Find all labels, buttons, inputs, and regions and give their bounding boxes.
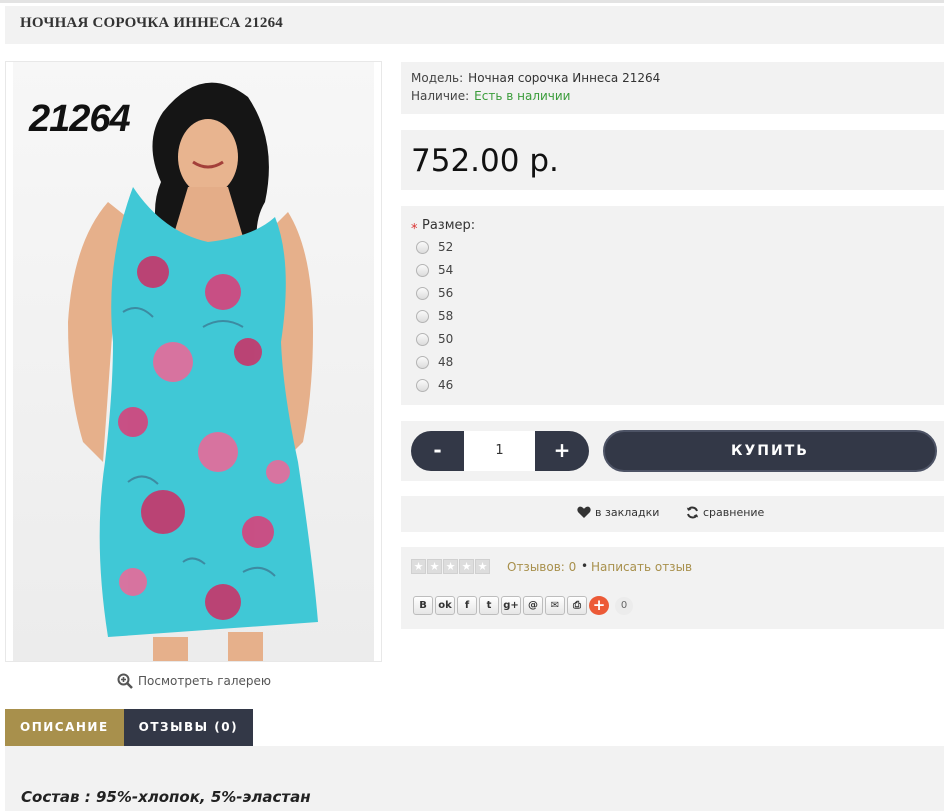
product-image-label: 21264 (29, 98, 131, 140)
size-option-48[interactable]: 48 (416, 355, 453, 369)
quantity-increase-button[interactable]: + (535, 431, 589, 471)
zoom-in-icon (117, 673, 133, 689)
reviews-separator: • (581, 559, 589, 573)
product-actions: в закладки сравнение (401, 496, 944, 532)
description-panel: Состав : 95%-хлопок, 5%-эластан (5, 746, 944, 811)
reviews-count-link[interactable]: Отзывов: 0 (507, 560, 576, 574)
required-mark: * (411, 222, 418, 237)
radio-button[interactable] (416, 378, 429, 392)
size-option-label[interactable]: 48 (438, 355, 453, 369)
size-option-label[interactable]: 58 (438, 309, 453, 323)
view-gallery-label[interactable]: Посмотреть галерею (138, 674, 271, 688)
size-option-50[interactable]: 50 (416, 332, 453, 346)
reviews-share-box: ★ ★ ★ ★ ★ Отзывов: 0 • Написать отзыв B … (401, 547, 944, 629)
odnoklassniki-icon[interactable]: ok (435, 596, 455, 615)
facebook-icon[interactable]: f (457, 596, 477, 615)
star-icon: ★ (475, 559, 490, 574)
product-tabs: ОПИСАНИЕ ОТЗЫВЫ (0) (5, 709, 254, 746)
more-share-icon[interactable]: + (589, 596, 609, 615)
size-option-54[interactable]: 54 (416, 263, 453, 277)
star-icon: ★ (443, 559, 458, 574)
star-icon: ★ (427, 559, 442, 574)
description-text: Состав : 95%-хлопок, 5%-эластан (21, 788, 311, 806)
size-option-label[interactable]: 52 (438, 240, 453, 254)
size-option-46[interactable]: 46 (416, 378, 453, 392)
size-option-56[interactable]: 56 (416, 286, 453, 300)
product-meta: Модель: Ночная сорочка Иннеса 21264 Налич… (401, 62, 944, 114)
purchase-box: - 1 + КУПИТЬ (401, 421, 944, 481)
quantity-stepper: - 1 + (411, 431, 589, 471)
compare-link[interactable]: сравнение (686, 506, 764, 519)
size-option-label[interactable]: 54 (438, 263, 453, 277)
price-box: 752.00 р. (401, 130, 944, 190)
product-photo-illustration (13, 62, 374, 661)
bookmark-label[interactable]: в закладки (595, 506, 659, 519)
title-bar: НОЧНАЯ СОРОЧКА ИННЕСА 21264 (5, 6, 944, 44)
tab-reviews[interactable]: ОТЗЫВЫ (0) (123, 709, 254, 746)
model-value: Ночная сорочка Иннеса 21264 (468, 71, 661, 85)
share-buttons: B ok f t g+ @ ✉ ⎙ + 0 (413, 596, 633, 615)
model-row: Модель: Ночная сорочка Иннеса 21264 (411, 71, 660, 85)
product-price: 752.00 р. (411, 143, 559, 179)
size-options: * Размер: 52 54 56 58 50 48 46 (401, 206, 944, 405)
size-label: Размер: (422, 218, 476, 233)
product-image[interactable]: 21264 (13, 62, 374, 661)
write-review-link[interactable]: Написать отзыв (591, 560, 692, 574)
rating-stars: ★ ★ ★ ★ ★ (411, 559, 490, 574)
radio-button[interactable] (416, 309, 429, 323)
page-title: НОЧНАЯ СОРОЧКА ИННЕСА 21264 (20, 15, 283, 31)
availability-label: Наличие: (411, 89, 470, 103)
star-icon: ★ (411, 559, 426, 574)
availability-value: Есть в наличии (474, 89, 571, 103)
radio-button[interactable] (416, 240, 429, 254)
availability-row: Наличие: Есть в наличии (411, 89, 570, 103)
twitter-icon[interactable]: t (479, 596, 499, 615)
radio-button[interactable] (416, 332, 429, 346)
quantity-input[interactable]: 1 (464, 431, 535, 471)
mail-ru-icon[interactable]: @ (523, 596, 543, 615)
bookmark-link[interactable]: в закладки (577, 506, 659, 519)
radio-button[interactable] (416, 263, 429, 277)
size-option-label[interactable]: 56 (438, 286, 453, 300)
size-option-label[interactable]: 50 (438, 332, 453, 346)
view-gallery-link[interactable]: Посмотреть галерею (117, 673, 271, 689)
vk-icon[interactable]: B (413, 596, 433, 615)
radio-button[interactable] (416, 286, 429, 300)
google-plus-icon[interactable]: g+ (501, 596, 521, 615)
email-icon[interactable]: ✉ (545, 596, 565, 615)
refresh-icon (686, 506, 699, 519)
tab-description[interactable]: ОПИСАНИЕ (5, 709, 124, 746)
share-count: 0 (615, 596, 633, 615)
size-option-label[interactable]: 46 (438, 378, 453, 392)
compare-label[interactable]: сравнение (703, 506, 764, 519)
star-icon: ★ (459, 559, 474, 574)
size-option-58[interactable]: 58 (416, 309, 453, 323)
print-icon[interactable]: ⎙ (567, 596, 587, 615)
model-label: Модель: (411, 71, 464, 85)
size-option-52[interactable]: 52 (416, 240, 453, 254)
heart-icon (577, 506, 591, 518)
quantity-decrease-button[interactable]: - (411, 431, 464, 471)
product-image-container[interactable]: 21264 (5, 61, 382, 662)
buy-button[interactable]: КУПИТЬ (603, 430, 937, 472)
radio-button[interactable] (416, 355, 429, 369)
top-divider (0, 0, 944, 3)
